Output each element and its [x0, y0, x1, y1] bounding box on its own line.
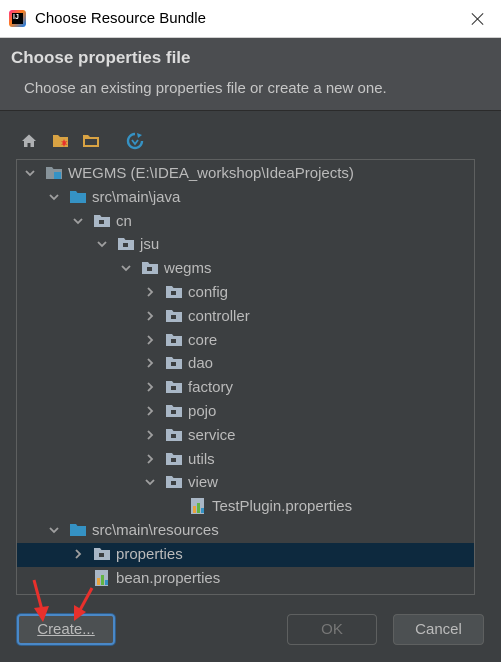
intellij-app-icon: IJ: [9, 10, 26, 27]
tree-row[interactable]: bean.properties: [17, 567, 474, 591]
chevron-right-icon[interactable]: [143, 404, 157, 418]
tree-item-label: view: [188, 474, 219, 492]
package-folder-icon: [141, 260, 159, 276]
tree-row[interactable]: wegms: [17, 257, 474, 281]
chevron-right-icon[interactable]: [143, 428, 157, 442]
tree-item-label: WEGMS (E:\IDEA_workshop\IdeaProjects): [68, 165, 354, 182]
refresh-icon[interactable]: [124, 130, 146, 152]
tree-item-label: properties: [116, 545, 183, 563]
tree-item-label: TestPlugin.properties: [212, 498, 353, 516]
chevron-right-icon[interactable]: [143, 356, 157, 370]
tree-item-label: wegms: [164, 260, 212, 278]
tree-row[interactable]: service: [17, 424, 474, 448]
tree-item-label: cn: [116, 212, 132, 230]
tree-row[interactable]: view: [17, 471, 474, 495]
chevron-down-icon[interactable]: [95, 237, 109, 251]
close-icon[interactable]: [465, 6, 491, 32]
header-subtitle: Choose an existing properties file or cr…: [24, 80, 387, 97]
tree-item-label: controller: [188, 307, 250, 325]
tree-item-label: src\main\java: [92, 188, 181, 206]
cancel-button[interactable]: Cancel: [393, 614, 484, 645]
package-folder-icon: [165, 379, 183, 395]
package-folder-icon: [165, 284, 183, 300]
chevron-down-icon[interactable]: [47, 523, 61, 537]
package-folder-icon: [165, 355, 183, 371]
new-folder-icon[interactable]: [50, 130, 72, 152]
tree-item-label: core: [188, 331, 218, 349]
package-folder-icon: [165, 308, 183, 324]
chevron-right-icon[interactable]: [71, 547, 85, 561]
create-button[interactable]: Create...: [17, 614, 115, 645]
tree-item-label: utils: [188, 450, 215, 468]
source-folder-icon: [69, 189, 87, 205]
module-folder-icon: [45, 165, 63, 181]
tree-row[interactable]: src\main\java: [17, 186, 474, 210]
home-icon[interactable]: [18, 130, 40, 152]
chevron-right-icon[interactable]: [143, 333, 157, 347]
package-folder-icon: [165, 332, 183, 348]
project-tree[interactable]: WEGMS (E:\IDEA_workshop\IdeaProjects)src…: [16, 159, 475, 595]
tree-row[interactable]: dao: [17, 352, 474, 376]
header-title: Choose properties file: [11, 48, 191, 67]
folder-icon[interactable]: [80, 130, 102, 152]
tree-item-label: dao: [188, 355, 214, 373]
tree-row[interactable]: TestPlugin.properties: [17, 495, 474, 519]
tree-item-label: bean.properties: [116, 569, 221, 587]
window-title: Choose Resource Bundle: [35, 10, 206, 27]
chevron-down-icon[interactable]: [47, 190, 61, 204]
chevron-right-icon[interactable]: [143, 309, 157, 323]
tree-row[interactable]: pojo: [17, 400, 474, 424]
properties-file-icon: [189, 497, 207, 515]
package-folder-icon: [117, 236, 135, 252]
package-folder-icon: [93, 546, 111, 562]
chevron-down-icon[interactable]: [143, 475, 157, 489]
chevron-right-icon[interactable]: [143, 285, 157, 299]
tree-item-label: config: [188, 284, 229, 301]
tree-row[interactable]: utils: [17, 448, 474, 472]
tree-row[interactable]: factory: [17, 376, 474, 400]
tree-row[interactable]: core: [17, 329, 474, 353]
tree-item-label: factory: [188, 379, 234, 397]
chevron-down-icon[interactable]: [119, 261, 133, 275]
horizontal-scrollbar[interactable]: [17, 590, 474, 594]
title-bar: IJ Choose Resource Bundle: [0, 0, 501, 38]
tree-row[interactable]: properties: [17, 542, 474, 567]
create-button-label: Create...: [37, 621, 95, 638]
tree-row[interactable]: cn: [17, 210, 474, 234]
chevron-down-icon[interactable]: [71, 214, 85, 228]
tree-item-label: jsu: [140, 236, 160, 254]
chevron-right-icon[interactable]: [143, 380, 157, 394]
tree-row[interactable]: src\main\resources: [17, 519, 474, 543]
ok-button[interactable]: OK: [287, 614, 377, 645]
package-folder-icon: [165, 427, 183, 443]
tree-item-label: src\main\resources: [92, 522, 219, 539]
header-divider: [0, 110, 501, 111]
tree-row[interactable]: config: [17, 281, 474, 305]
package-folder-icon: [93, 213, 111, 229]
chevron-down-icon[interactable]: [23, 166, 37, 180]
chevron-right-icon[interactable]: [143, 452, 157, 466]
package-folder-icon: [165, 403, 183, 419]
package-folder-icon: [165, 474, 183, 490]
properties-file-icon: [93, 569, 111, 586]
tree-item-label: service: [188, 426, 236, 444]
package-folder-icon: [165, 451, 183, 467]
tree-row[interactable]: jsu: [17, 233, 474, 257]
tree-row[interactable]: controller: [17, 305, 474, 329]
source-folder-icon: [69, 522, 87, 538]
tree-item-label: pojo: [188, 403, 217, 420]
dialog-header: Choose properties file Choose an existin…: [0, 38, 501, 110]
file-chooser-toolbar: [16, 130, 496, 154]
tree-row[interactable]: WEGMS (E:\IDEA_workshop\IdeaProjects): [17, 162, 474, 186]
